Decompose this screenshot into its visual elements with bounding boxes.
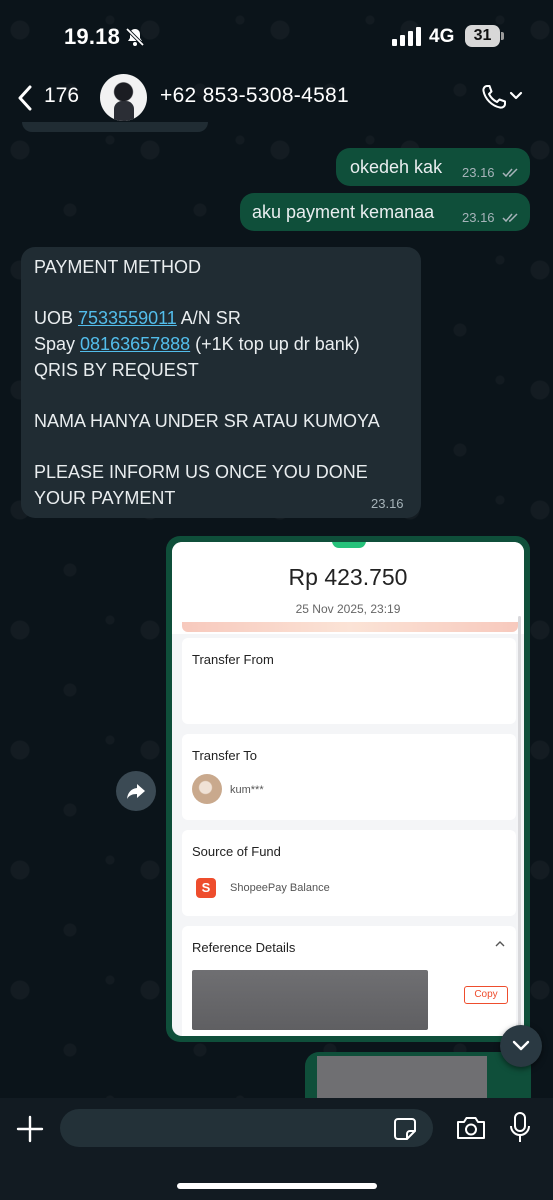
source-of-fund-card: Source of Fund S ShopeePay Balance bbox=[182, 830, 516, 916]
uob-line: UOB 7533559011 A/N SR bbox=[34, 308, 241, 329]
chat-header: 176 +62 853-5308-4581 bbox=[0, 66, 553, 128]
battery-level: 31 bbox=[473, 27, 492, 44]
receipt-scrollbar bbox=[518, 616, 521, 1026]
transfer-from-label: Transfer From bbox=[192, 652, 274, 667]
message-time: 23.16 bbox=[462, 165, 495, 180]
receipt-date: 25 Nov 2025, 23:19 bbox=[295, 602, 401, 616]
message-time: 23.16 bbox=[371, 496, 404, 511]
receipt-screenshot: Rp 423.750 25 Nov 2025, 23:19 Transfer F… bbox=[172, 542, 524, 1036]
phone-icon[interactable] bbox=[480, 83, 508, 111]
chevron-down-icon[interactable] bbox=[509, 90, 523, 102]
receipt-header: Rp 423.750 25 Nov 2025, 23:19 bbox=[172, 542, 524, 634]
reference-details-label: Reference Details bbox=[192, 940, 296, 955]
contact-name[interactable]: +62 853-5308-4581 bbox=[160, 84, 349, 108]
message-input[interactable] bbox=[60, 1109, 433, 1147]
incoming-payment-message[interactable]: PAYMENT METHOD UOB 7533559011 A/N SR Spa… bbox=[21, 247, 421, 518]
camera-icon[interactable] bbox=[455, 1115, 487, 1141]
spay-suffix: (+1K top up dr bank) bbox=[190, 334, 360, 354]
uob-number-link[interactable]: 7533559011 bbox=[78, 308, 177, 328]
spay-line: Spay 08163657888 (+1K top up dr bank) bbox=[34, 334, 360, 355]
chevron-down-icon bbox=[512, 1040, 530, 1051]
message-text: okedeh kak bbox=[350, 157, 443, 177]
message-time: 23.16 bbox=[462, 210, 495, 225]
qris-line: QRIS BY REQUEST bbox=[34, 360, 199, 380]
chevron-left-icon[interactable] bbox=[16, 85, 34, 111]
uob-prefix: UOB bbox=[34, 308, 79, 328]
receipt-image-message[interactable]: Rp 423.750 25 Nov 2025, 23:19 Transfer F… bbox=[166, 536, 530, 1042]
signal-icon bbox=[392, 27, 421, 46]
read-ticks-icon bbox=[502, 168, 518, 178]
message-text: aku payment kemanaa bbox=[252, 202, 435, 222]
network-type: 4G bbox=[429, 26, 455, 47]
home-indicator bbox=[177, 1183, 377, 1189]
source-of-fund-label: Source of Fund bbox=[192, 844, 281, 859]
redacted-image bbox=[317, 1056, 487, 1100]
chevron-up-icon bbox=[495, 941, 505, 947]
contact-avatar[interactable] bbox=[100, 74, 147, 121]
message-time: 23.19 bbox=[462, 1011, 495, 1026]
copy-button: Copy bbox=[464, 986, 508, 1004]
mic-icon[interactable] bbox=[509, 1112, 531, 1144]
recipient-avatar bbox=[192, 774, 222, 804]
bell-off-icon bbox=[125, 27, 145, 47]
transfer-to-label: Transfer To bbox=[192, 748, 258, 763]
name-note: NAMA HANYA UNDER SR ATAU KUMOYA bbox=[34, 411, 380, 431]
back-unread-count[interactable]: 176 bbox=[44, 84, 79, 108]
inform-line-1: PLEASE INFORM US ONCE YOU DONE bbox=[34, 462, 368, 482]
battery-icon: 31 bbox=[465, 25, 505, 47]
sticker-icon[interactable] bbox=[393, 1117, 417, 1141]
recipient-name: kum*** bbox=[230, 784, 264, 796]
transfer-from-card: Transfer From bbox=[182, 638, 516, 724]
status-bar: 19.18 4G 31 bbox=[0, 0, 553, 70]
outgoing-message[interactable]: okedeh kak 23.16 bbox=[336, 148, 530, 186]
plus-icon[interactable] bbox=[16, 1115, 44, 1143]
receipt-divider bbox=[182, 622, 518, 632]
outgoing-image-message[interactable] bbox=[305, 1052, 531, 1100]
redacted-reference bbox=[192, 970, 428, 1030]
success-indicator bbox=[332, 542, 366, 548]
inform-line-2: YOUR PAYMENT bbox=[34, 488, 176, 508]
payment-title: PAYMENT METHOD bbox=[34, 257, 202, 277]
status-time: 19.18 bbox=[64, 24, 121, 49]
uob-suffix: A/N SR bbox=[176, 308, 241, 328]
spay-number-link[interactable]: 08163657888 bbox=[80, 334, 190, 354]
shopeepay-icon: S bbox=[196, 878, 216, 898]
outgoing-message[interactable]: aku payment kemanaa 23.16 bbox=[240, 193, 530, 231]
message-input-bar bbox=[0, 1098, 553, 1200]
read-ticks-icon bbox=[502, 213, 518, 223]
source-of-fund-value: ShopeePay Balance bbox=[230, 882, 330, 894]
forward-button[interactable] bbox=[116, 771, 156, 811]
scroll-to-bottom-button[interactable] bbox=[500, 1025, 542, 1067]
spay-prefix: Spay bbox=[34, 334, 81, 354]
forward-icon bbox=[127, 784, 145, 799]
receipt-amount: Rp 423.750 bbox=[288, 564, 408, 590]
transfer-to-card: Transfer To kum*** bbox=[182, 734, 516, 820]
